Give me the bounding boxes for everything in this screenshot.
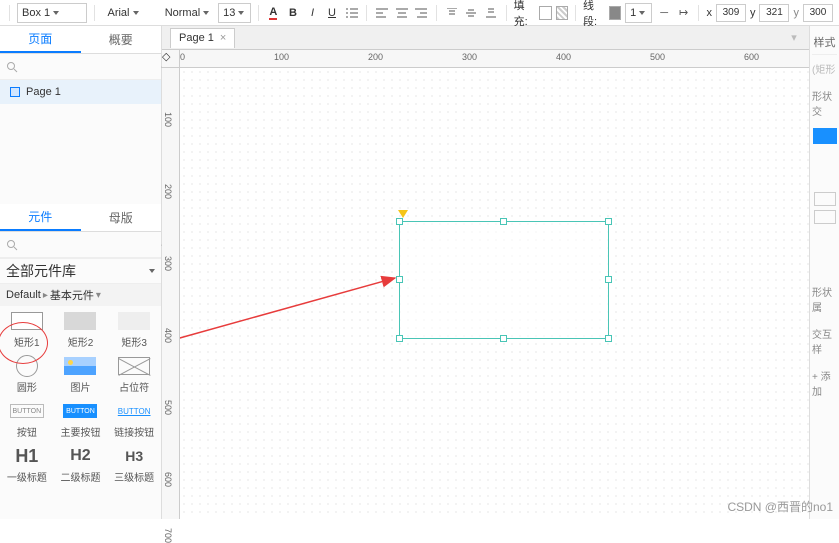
widget-primary-button[interactable]: BUTTON主要按钮 (57, 400, 103, 439)
widget-placeholder[interactable]: 占位符 (111, 355, 157, 394)
library-dropdown[interactable]: 全部元件库 (0, 258, 161, 284)
chevron-down-icon (203, 11, 209, 15)
interaction-style-label: 交互样 (812, 320, 837, 362)
tab-masters[interactable]: 母版 (81, 204, 162, 231)
library-breadcrumb[interactable]: Default ▸ 基本元件 ▾ (0, 284, 161, 306)
chevron-down-icon (238, 11, 244, 15)
right-panel: 样式 (矩形 形状交 形状属 交互样 + 添加 (809, 26, 839, 519)
bold-icon[interactable]: B (285, 4, 301, 22)
add-interaction-button[interactable]: + 添加 (812, 362, 837, 404)
underline-icon[interactable]: U (324, 4, 340, 22)
page-tree-item[interactable]: Page 1 (0, 80, 161, 104)
add-page-tab-icon[interactable]: ▾ (785, 29, 803, 47)
page-tab-bar: Page 1 × ▾ (162, 26, 809, 50)
canvas[interactable] (180, 68, 809, 519)
stroke-color-swatch[interactable] (609, 6, 621, 20)
style-tab[interactable]: 样式 (812, 30, 837, 55)
search-icon[interactable] (6, 60, 18, 74)
widget-search-input[interactable] (18, 239, 160, 251)
arrow-style-icon[interactable]: ↦ (676, 4, 692, 22)
property-box[interactable] (814, 192, 836, 206)
font-family-dropdown[interactable]: Arial (102, 3, 155, 23)
align-center-icon[interactable] (394, 4, 410, 22)
valign-middle-icon[interactable] (464, 4, 480, 22)
ruler-vertical[interactable]: 100 200 300 400 500 600 700 (162, 68, 180, 519)
fill-pattern-swatch[interactable] (556, 6, 568, 20)
page-tab[interactable]: Page 1 × (170, 28, 235, 48)
font-style-dropdown[interactable]: Normal (160, 3, 214, 23)
tab-outline[interactable]: 概要 (81, 26, 162, 53)
selected-shape-dropdown[interactable]: Box 1 (17, 3, 87, 23)
shape-color-swatch[interactable] (813, 128, 837, 144)
shape-interaction-label: 形状交 (812, 82, 837, 124)
text-color-icon[interactable]: A (266, 4, 282, 22)
page-search-input[interactable] (18, 61, 160, 73)
format-toolbar: Paste Box 1 Arial Normal 13 A B I U 填充: … (0, 0, 839, 26)
page-icon (10, 87, 20, 97)
shape-property-label: 形状属 (812, 278, 837, 320)
widget-h3[interactable]: H3三级标题 (111, 445, 157, 484)
x-input[interactable] (716, 4, 746, 22)
canvas-area: Page 1 × ▾ ◇ 0 100 200 300 400 500 600 1… (162, 26, 809, 519)
valign-bottom-icon[interactable] (483, 4, 499, 22)
font-size-dropdown[interactable]: 13 (218, 3, 250, 23)
x-label: x (706, 7, 712, 19)
widget-h1[interactable]: H1一级标题 (4, 445, 50, 484)
w-input[interactable] (803, 4, 833, 22)
chevron-down-icon (149, 269, 155, 273)
widget-rect2[interactable]: 矩形2 (57, 310, 103, 349)
selected-rectangle[interactable] (399, 221, 609, 339)
page-name: Page 1 (26, 86, 61, 98)
left-panel: 页面 概要 ＋ ▭ Page 1 元件 母版 ＋ ▭ ⋮ (0, 26, 162, 519)
close-icon[interactable]: × (220, 32, 226, 44)
ruler-horizontal[interactable]: 0 100 200 300 400 500 600 (180, 50, 809, 68)
ruler-origin[interactable]: ◇ (162, 50, 180, 68)
stroke-weight-dropdown[interactable]: 1 (625, 3, 652, 23)
fill-label: 填充: (514, 0, 536, 29)
align-right-icon[interactable] (413, 4, 429, 22)
tab-widgets[interactable]: 元件 (0, 204, 81, 231)
italic-icon[interactable]: I (305, 4, 321, 22)
search-icon[interactable] (6, 238, 18, 252)
chevron-down-icon (53, 11, 59, 15)
widget-rect3[interactable]: 矩形3 (111, 310, 157, 349)
selected-shape-name: Box 1 (22, 7, 50, 19)
y-label: y (750, 7, 756, 19)
stroke-label: 线段: (583, 0, 605, 29)
y-input[interactable] (759, 4, 789, 22)
widget-button[interactable]: BUTTON按钮 (4, 400, 50, 439)
stroke-style-icon[interactable]: ─ (656, 4, 672, 22)
align-left-icon[interactable] (374, 4, 390, 22)
ruler-marker-icon (398, 210, 408, 218)
valign-top-icon[interactable] (444, 4, 460, 22)
fill-color-swatch[interactable] (539, 6, 551, 20)
widget-image[interactable]: 图片 (57, 355, 103, 394)
tab-pages[interactable]: 页面 (0, 26, 81, 53)
widget-h2[interactable]: H2二级标题 (57, 445, 103, 484)
paste-label: Paste (24, 0, 50, 1)
widget-link-button[interactable]: BUTTON链接按钮 (111, 400, 157, 439)
watermark: CSDN @西晋的no1 (727, 498, 833, 515)
property-box[interactable] (814, 210, 836, 224)
annotation-circle (0, 322, 48, 364)
shape-name-field[interactable]: (矩形 (812, 55, 837, 82)
bullet-list-icon[interactable] (344, 4, 360, 22)
chevron-down-icon (133, 11, 139, 15)
